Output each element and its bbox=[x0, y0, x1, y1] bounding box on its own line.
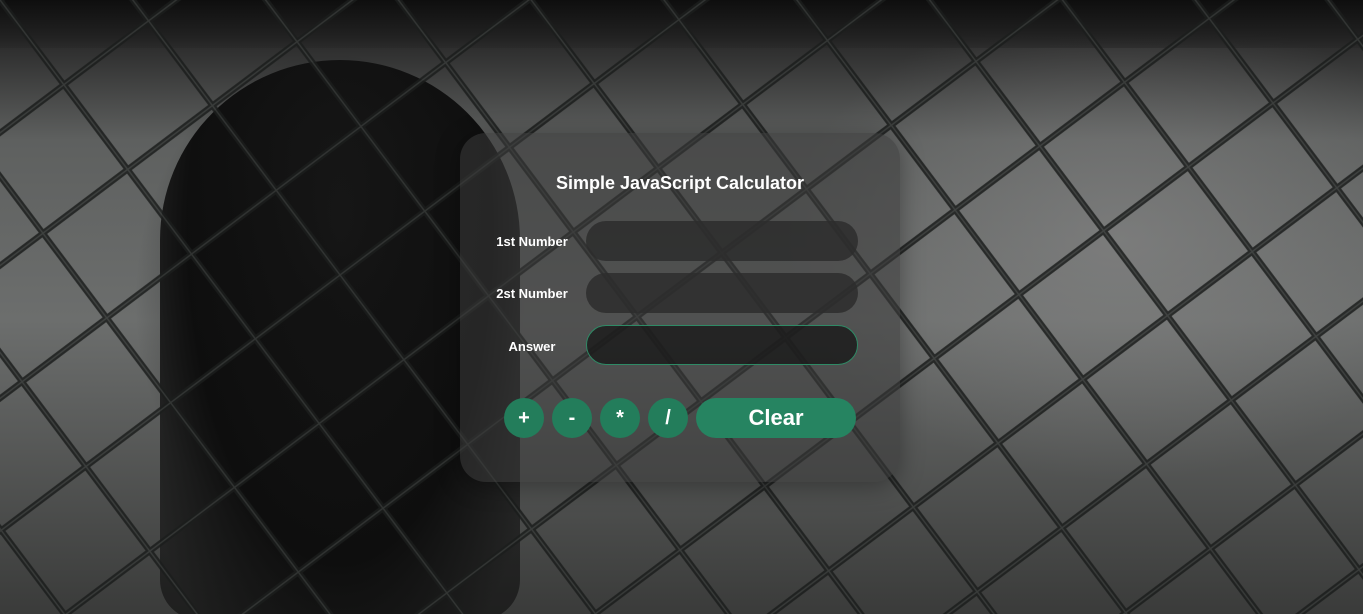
subtract-button[interactable]: - bbox=[552, 398, 592, 438]
first-number-label: 1st Number bbox=[496, 234, 568, 249]
clear-button[interactable]: Clear bbox=[696, 398, 856, 438]
add-button[interactable]: + bbox=[504, 398, 544, 438]
calculator-title: Simple JavaScript Calculator bbox=[555, 173, 805, 193]
second-number-input[interactable] bbox=[586, 273, 858, 313]
answer-label: Answer bbox=[508, 339, 556, 354]
calculator-card: Simple JavaScript Calculator 1st Number … bbox=[460, 133, 900, 482]
answer-output[interactable] bbox=[586, 325, 858, 365]
second-number-label: 2st Number bbox=[496, 286, 568, 301]
multiply-button[interactable]: * bbox=[600, 398, 640, 438]
divide-button[interactable]: / bbox=[648, 398, 688, 438]
first-number-input[interactable] bbox=[586, 221, 858, 261]
